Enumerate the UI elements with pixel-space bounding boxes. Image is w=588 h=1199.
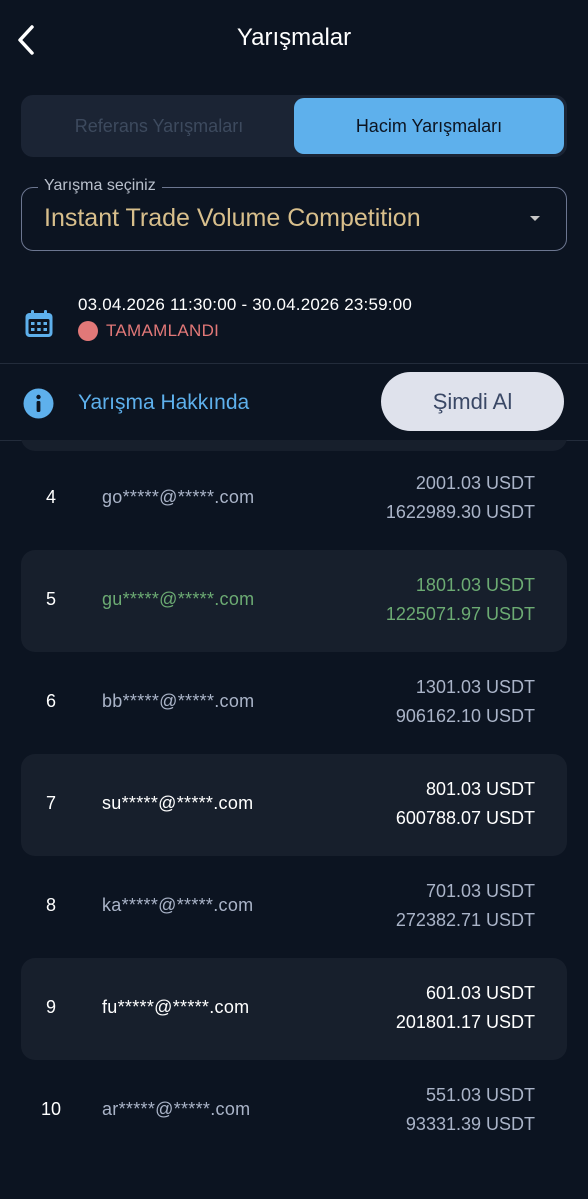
trade-volume: 272382.71 USDT [395, 910, 535, 930]
user-email: gu*****@*****.com [102, 589, 255, 609]
trade-volume: 201801.17 USDT [395, 1012, 535, 1032]
claim-now-button[interactable]: Şimdi Al [381, 372, 564, 431]
status-badge: TAMAMLANDI [78, 321, 219, 341]
rank: 4 [45, 487, 56, 507]
tab-volume-competitions[interactable]: Hacim Yarışmaları [294, 98, 564, 154]
user-email: go*****@*****.com [102, 487, 255, 507]
top-bar: Yarışmalar [0, 0, 588, 80]
rank: 9 [45, 997, 56, 1017]
trade-volume: 600788.07 USDT [395, 808, 535, 828]
prize-amount: 801.03 USDT [425, 779, 535, 799]
page-title: Yarışmalar [236, 24, 352, 51]
trade-volume: 93331.39 USDT [405, 1114, 535, 1134]
prize-amount: 601.03 USDT [425, 983, 535, 1003]
table-row: 6 bb*****@*****.com 1301.03 USDT 906162.… [21, 652, 567, 754]
status-text: TAMAMLANDI [106, 321, 220, 340]
rank: 7 [45, 793, 56, 813]
prize-amount: 551.03 USDT [425, 1085, 535, 1105]
competition-select-label: Yarışma seçiniz [38, 177, 162, 195]
competitions-screen: Yarışmalar Referans Yarışmaları Hacim Ya… [0, 0, 588, 1199]
info-row: Yarışma Hakkında Şimdi Al [0, 364, 588, 440]
prize-amount: 701.03 USDT [425, 881, 535, 901]
user-email: su*****@*****.com [102, 793, 254, 813]
user-email: ar*****@*****.com [102, 1099, 251, 1119]
competition-period: 03.04.2026 11:30:00 - 30.04.2026 23:59:0… [0, 285, 588, 363]
trade-volume: 1622989.30 USDT [385, 502, 535, 522]
competition-type-tabs: Referans Yarışmaları Hacim Yarışmaları [21, 95, 567, 157]
rank: 5 [45, 589, 56, 609]
info-icon [23, 388, 54, 419]
table-row: 7 su*****@*****.com 801.03 USDT 600788.0… [21, 754, 567, 856]
table-row: 4 go*****@*****.com 2001.03 USDT 1622989… [21, 448, 567, 550]
rank: 6 [45, 691, 56, 711]
table-row-current-user: 5 gu*****@*****.com 1801.03 USDT 1225071… [21, 550, 567, 652]
table-row: 8 ka*****@*****.com 701.03 USDT 272382.7… [21, 856, 567, 958]
prize-amount: 2001.03 USDT [415, 473, 535, 493]
trade-volume: 1225071.97 USDT [385, 604, 535, 624]
table-row: 9 fu*****@*****.com 601.03 USDT 201801.1… [21, 958, 567, 1060]
competition-select-value: Instant Trade Volume Competition [44, 204, 421, 232]
table-row: 10 ar*****@*****.com 551.03 USDT 93331.3… [21, 1060, 567, 1162]
caret-down-icon [530, 216, 540, 221]
prize-amount: 1801.03 USDT [415, 575, 535, 595]
calendar-icon [25, 310, 53, 337]
rank: 8 [45, 895, 56, 915]
status-dot-icon [78, 321, 98, 341]
rank: 10 [40, 1099, 62, 1119]
user-email: ka*****@*****.com [102, 895, 254, 915]
user-email: fu*****@*****.com [102, 997, 250, 1017]
about-competition-link[interactable]: Yarışma Hakkında [78, 391, 249, 415]
tab-referral-competitions[interactable]: Referans Yarışmaları [24, 98, 294, 154]
date-range: 03.04.2026 11:30:00 - 30.04.2026 23:59:0… [78, 295, 413, 314]
leaderboard-list[interactable]: 4 go*****@*****.com 2001.03 USDT 1622989… [0, 440, 588, 1199]
competition-select[interactable]: Yarışma seçiniz Instant Trade Volume Com… [21, 177, 567, 251]
user-email: bb*****@*****.com [102, 691, 255, 711]
prize-amount: 1301.03 USDT [415, 677, 535, 697]
trade-volume: 906162.10 USDT [395, 706, 535, 726]
